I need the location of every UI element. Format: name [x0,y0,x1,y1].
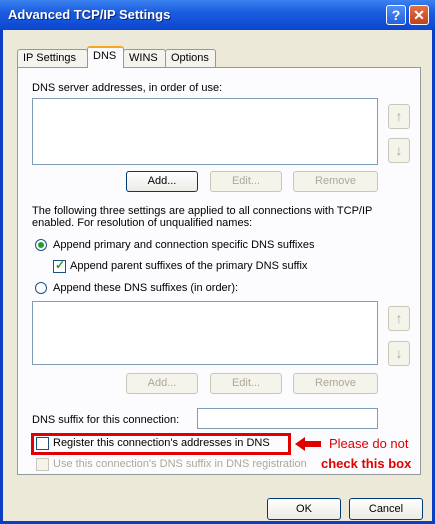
add-suffix-button[interactable]: Add... [126,373,198,394]
red-arrow-icon [295,437,321,451]
use-suffix-label: Use this connection's DNS suffix in DNS … [53,458,307,470]
info-text: The following three settings are applied… [32,205,373,229]
arrow-down-icon: ↓ [395,345,403,361]
append-primary-label[interactable]: Append primary and connection specific D… [53,239,315,251]
warning-note-line2: check this box [321,456,412,471]
dns-servers-label: DNS server addresses, in order of use: [32,82,223,94]
arrow-up-icon: ↑ [395,310,403,326]
dns-servers-list[interactable] [32,98,378,165]
dialog-window: Advanced TCP/IP Settings ? ✕ IP Settings… [0,0,435,524]
tab-options[interactable]: Options [165,49,216,67]
window-title: Advanced TCP/IP Settings [8,7,171,22]
remove-dns-server-button[interactable]: Remove [293,171,378,192]
edit-dns-server-button[interactable]: Edit... [210,171,282,192]
use-suffix-checkbox[interactable] [36,458,49,471]
warning-note-line1: Please do not [329,436,409,451]
move-up-button[interactable]: ↑ [388,104,410,129]
suffix-move-down-button[interactable]: ↓ [388,341,410,366]
append-these-label[interactable]: Append these DNS suffixes (in order): [53,282,238,294]
remove-suffix-button[interactable]: Remove [293,373,378,394]
close-button[interactable]: ✕ [409,5,429,25]
edit-suffix-button[interactable]: Edit... [210,373,282,394]
append-primary-radio[interactable] [35,239,47,251]
tab-dns[interactable]: DNS [87,46,124,68]
arrow-up-icon: ↑ [395,108,403,124]
append-parent-label[interactable]: Append parent suffixes of the primary DN… [70,260,307,272]
add-dns-server-button[interactable]: Add... [126,171,198,192]
title-bar[interactable]: Advanced TCP/IP Settings ? ✕ [0,0,435,30]
dns-suffix-label: DNS suffix for this connection: [32,414,180,426]
dns-suffix-input[interactable] [197,408,378,429]
cancel-button[interactable]: Cancel [349,498,423,520]
radio-selected-dot [38,242,44,248]
tab-ip-settings[interactable]: IP Settings [17,49,88,67]
dns-suffixes-list[interactable] [32,301,378,365]
move-down-button[interactable]: ↓ [388,138,410,163]
tab-wins[interactable]: WINS [123,49,166,67]
arrow-down-icon: ↓ [395,142,403,158]
append-parent-checkbox[interactable]: ✓ [53,258,66,273]
help-button[interactable]: ? [386,5,406,25]
append-these-radio[interactable] [35,282,47,294]
highlight-box [31,433,291,455]
ok-button[interactable]: OK [267,498,341,520]
checkmark-icon: ✓ [55,258,66,272]
suffix-move-up-button[interactable]: ↑ [388,306,410,331]
